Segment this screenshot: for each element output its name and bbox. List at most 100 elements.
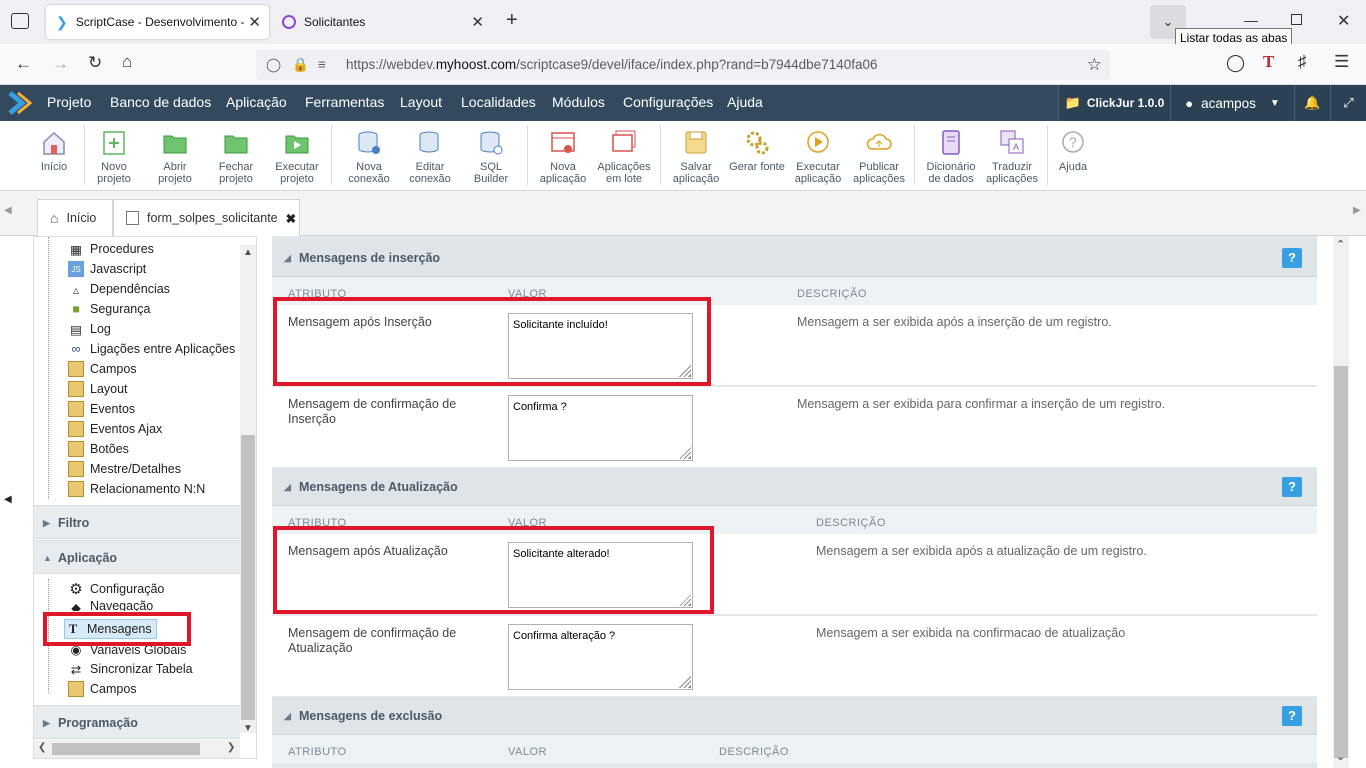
menu-ajuda[interactable]: Ajuda: [727, 94, 763, 110]
account-icon[interactable]: ◯: [1226, 53, 1245, 73]
tree-item-botoes[interactable]: Botões: [68, 439, 129, 459]
extension-t-icon[interactable]: T: [1263, 52, 1274, 72]
tree-item-log[interactable]: ▤ Log: [68, 319, 111, 339]
resize-handle-icon[interactable]: [679, 676, 691, 688]
section-mensagens-atualizacao[interactable]: ◢ Mensagens de Atualização ?: [272, 468, 1317, 506]
menu-aplicacao[interactable]: Aplicação: [226, 94, 287, 110]
resize-handle-icon[interactable]: [679, 447, 691, 459]
tree-item-javascript[interactable]: JS Javascript: [68, 259, 146, 279]
project-selector[interactable]: 📁 ClickJur 1.0.0: [1058, 85, 1170, 121]
toolbar-ajuda[interactable]: ? Ajuda: [1044, 129, 1102, 173]
tree-item-mestre-detalhes[interactable]: Mestre/Detalhes: [68, 459, 181, 479]
close-window-button[interactable]: ✕: [1337, 11, 1350, 31]
notifications-button[interactable]: 🔔: [1294, 85, 1330, 121]
menu-layout[interactable]: Layout: [400, 94, 442, 110]
tree-item-configuracao[interactable]: ⚙ Configuração: [68, 579, 164, 599]
toolbar-novo-projeto[interactable]: Novo projeto: [85, 129, 143, 185]
minimize-button[interactable]: —: [1244, 12, 1258, 28]
tree-item-procedures[interactable]: ▦ Procedures: [68, 239, 154, 259]
msg-confirmacao-atualizacao-textarea[interactable]: Confirma alteração ?: [508, 624, 693, 690]
scroll-right-icon[interactable]: ❯: [227, 742, 235, 753]
scroll-thumb[interactable]: [52, 743, 200, 755]
section-aplicacao[interactable]: ▲ Aplicação: [34, 540, 240, 574]
tree-item-eventos[interactable]: Eventos: [68, 399, 135, 419]
section-programacao[interactable]: ▶ Programação: [34, 705, 240, 739]
menu-ferramentas[interactable]: Ferramentas: [305, 94, 384, 110]
toolbar-editar-conexao[interactable]: Editar conexão: [401, 129, 459, 185]
collapse-panel-icon[interactable]: ◀: [4, 494, 12, 505]
menu-banco-de-dados[interactable]: Banco de dados: [110, 94, 211, 110]
toolbar-dicionario-de-dados[interactable]: Dicionário de dados: [922, 129, 980, 185]
extensions-icon[interactable]: ♯: [1298, 52, 1307, 72]
tab-scroll-left-icon[interactable]: ◀: [4, 205, 12, 216]
tree-horizontal-scrollbar[interactable]: ❮ ❯: [34, 740, 240, 758]
section-mensagens-insercao[interactable]: ◢ Mensagens de inserção ?: [272, 239, 1317, 277]
tree-item-sincronizar[interactable]: ⇄ Sincronizar Tabela: [68, 659, 193, 679]
tree-item-layout[interactable]: Layout: [68, 379, 128, 399]
tree-item-eventos-ajax[interactable]: Eventos Ajax: [68, 419, 162, 439]
toolbar-aplicacoes-em-lote[interactable]: Aplicações em lote: [595, 129, 653, 185]
home-icon[interactable]: ⌂: [122, 52, 132, 72]
help-button[interactable]: ?: [1282, 248, 1302, 268]
toolbar-gerar-fonte[interactable]: Gerar fonte: [728, 129, 786, 173]
toolbar-abrir-projeto[interactable]: Abrir projeto: [146, 129, 204, 185]
tab-inicio[interactable]: ⌂ Início: [37, 199, 113, 236]
msg-confirmacao-insercao-textarea[interactable]: Confirma ?: [508, 395, 693, 461]
tree-item-seguranca[interactable]: ■ Segurança: [68, 299, 150, 319]
toolbar-salvar-aplicacao[interactable]: Salvar aplicação: [667, 129, 725, 185]
user-menu[interactable]: ● acampos ▼: [1170, 85, 1294, 121]
toolbar-inicio[interactable]: Início: [25, 129, 83, 173]
scroll-down-icon[interactable]: ⌄: [1336, 750, 1345, 763]
scroll-thumb[interactable]: [241, 435, 255, 720]
folder-icon: [68, 681, 84, 697]
tree-item-campos[interactable]: Campos: [68, 359, 137, 379]
menu-projeto[interactable]: Projeto: [47, 94, 91, 110]
scroll-up-icon[interactable]: ▲: [243, 247, 253, 258]
tree-item-variaveis-globais[interactable]: ◉ Variáveis Globais: [68, 645, 187, 657]
tab-form-solpes-solicitante[interactable]: form_solpes_solicitante ✖: [113, 199, 300, 236]
menu-modulos[interactable]: Módulos: [552, 94, 605, 110]
help-button[interactable]: ?: [1282, 706, 1302, 726]
menu-icon[interactable]: ☰: [1334, 52, 1349, 72]
bookmark-star-icon[interactable]: ☆: [1087, 50, 1102, 80]
fullscreen-button[interactable]: ⤢: [1330, 85, 1366, 121]
reload-icon[interactable]: ↻: [88, 53, 102, 73]
browser-tab-solicitantes[interactable]: Solicitantes ✕: [272, 5, 492, 39]
new-tab-button[interactable]: +: [506, 9, 518, 32]
tree-item-dependencias[interactable]: ▵ Dependências: [68, 279, 170, 299]
back-icon[interactable]: ←: [15, 54, 32, 74]
forward-icon[interactable]: →: [52, 54, 69, 74]
address-bar[interactable]: ◯ 🔒 ≡ https://webdev.myhoost.com/scriptc…: [256, 50, 1110, 80]
tree-vertical-scrollbar[interactable]: ▲ ▼: [240, 245, 256, 734]
section-filtro[interactable]: ▶ Filtro: [34, 505, 240, 539]
menu-localidades[interactable]: Localidades: [461, 94, 536, 110]
tree-item-ligacoes[interactable]: ∞ Ligações entre Aplicações: [68, 339, 236, 359]
toolbar-executar-aplicacao[interactable]: Executar aplicação: [789, 129, 847, 185]
tree-item-navegacao[interactable]: ◆ Navegação: [68, 599, 153, 611]
scroll-left-icon[interactable]: ❮: [38, 742, 46, 753]
tab-scroll-right-icon[interactable]: ▶: [1353, 205, 1361, 216]
close-tab-icon[interactable]: ✕: [471, 13, 484, 31]
toolbar-publicar-aplicacoes[interactable]: Publicar aplicações: [850, 129, 908, 185]
toolbar-nova-conexao[interactable]: Nova conexão: [340, 129, 398, 185]
close-tab-icon[interactable]: ✖: [286, 211, 296, 226]
tab-list-icon[interactable]: [11, 13, 29, 29]
toolbar-fechar-projeto[interactable]: Fechar projeto: [207, 129, 265, 185]
lock-icon: ■: [72, 302, 80, 316]
close-tab-icon[interactable]: ✕: [248, 13, 261, 31]
scroll-up-icon[interactable]: ⌃: [1336, 238, 1345, 251]
section-mensagens-exclusao[interactable]: ◢ Mensagens de exclusão ?: [272, 697, 1317, 735]
toolbar-executar-projeto[interactable]: Executar projeto: [268, 129, 326, 185]
scroll-down-icon[interactable]: ▼: [243, 723, 253, 734]
toolbar-traduzir-aplicacoes[interactable]: A Traduzir aplicações: [983, 129, 1041, 185]
toolbar-nova-aplicacao[interactable]: Nova aplicação: [534, 129, 592, 185]
menu-configuracoes[interactable]: Configurações: [623, 94, 713, 110]
scroll-thumb[interactable]: [1334, 366, 1348, 758]
help-button[interactable]: ?: [1282, 477, 1302, 497]
content-vertical-scrollbar[interactable]: ⌃ ⌄: [1333, 236, 1349, 768]
browser-tab-scriptcase[interactable]: ❯ ScriptCase - Desenvolvimento - ✕: [46, 5, 269, 39]
tree-item-campos-app[interactable]: Campos: [68, 679, 137, 699]
restore-button[interactable]: [1291, 14, 1302, 25]
toolbar-sql-builder[interactable]: SQL Builder: [462, 129, 520, 185]
tree-item-relacionamento[interactable]: Relacionamento N:N: [68, 479, 205, 499]
